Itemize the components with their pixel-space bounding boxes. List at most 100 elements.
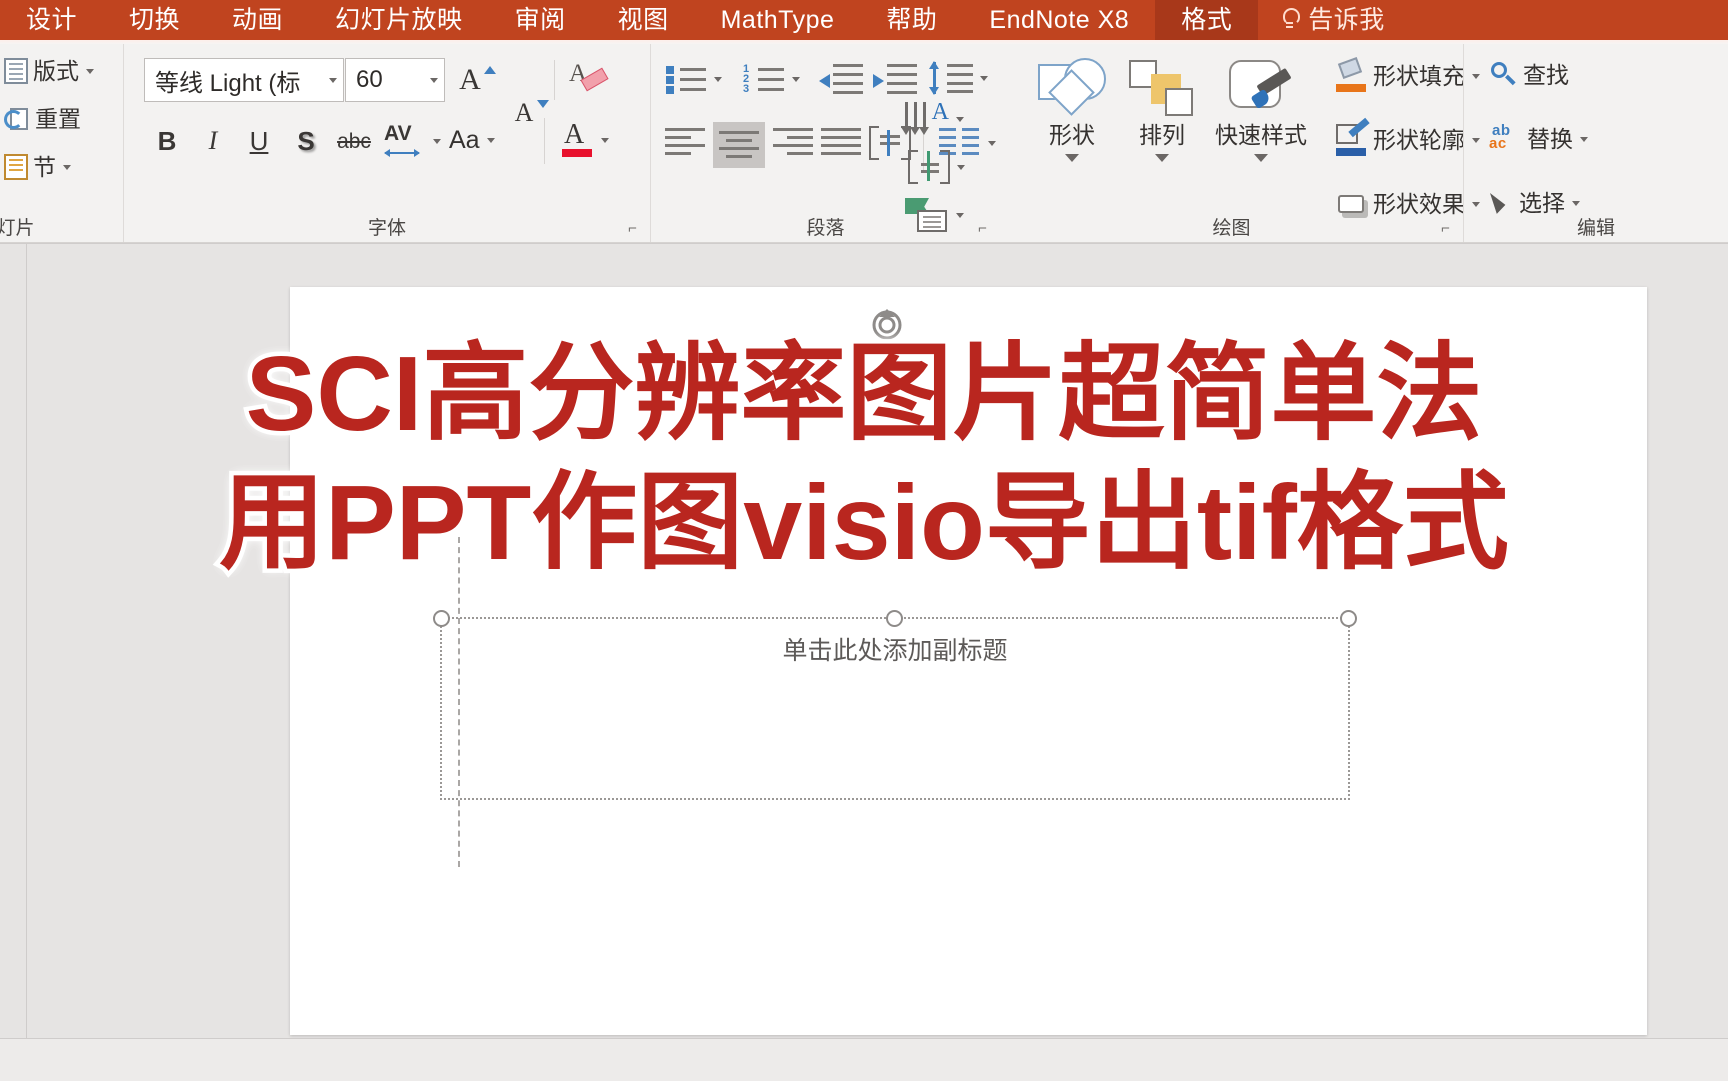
align-right-button[interactable] bbox=[773, 128, 813, 158]
tab-mathtype[interactable]: MathType bbox=[695, 0, 861, 40]
font-size-combobox[interactable]: 60 bbox=[345, 58, 445, 102]
chevron-down-icon[interactable] bbox=[714, 76, 722, 82]
chevron-down-icon[interactable] bbox=[1580, 136, 1588, 142]
tab-label: 审阅 bbox=[514, 5, 566, 34]
chevron-down-icon[interactable] bbox=[329, 77, 337, 83]
chevron-down-icon[interactable] bbox=[433, 138, 441, 144]
quick-styles-button[interactable]: 快速样式 bbox=[1196, 58, 1326, 162]
tab-label: 视图 bbox=[617, 5, 669, 34]
underline-button[interactable]: U bbox=[242, 120, 276, 162]
chevron-down-icon[interactable] bbox=[792, 76, 800, 82]
smartart-icon bbox=[905, 198, 949, 232]
resize-handle-top-left[interactable] bbox=[433, 610, 450, 627]
tab-label: 格式 bbox=[1181, 5, 1233, 34]
layout-icon bbox=[4, 58, 28, 84]
find-button[interactable]: 查找 bbox=[1488, 60, 1569, 90]
convert-to-smartart-button[interactable] bbox=[905, 198, 964, 232]
change-case-button[interactable]: Aa bbox=[449, 128, 495, 153]
chevron-down-icon[interactable] bbox=[601, 137, 609, 143]
drawing-dialog-launcher[interactable]: ⌐ bbox=[1441, 221, 1455, 236]
tab-design[interactable]: 设计 bbox=[0, 0, 103, 40]
chevron-down-icon[interactable] bbox=[956, 116, 964, 122]
chevron-down-icon[interactable] bbox=[430, 77, 438, 83]
align-center-button[interactable] bbox=[713, 122, 765, 168]
decrease-indent-button[interactable] bbox=[819, 64, 863, 94]
tab-view[interactable]: 视图 bbox=[592, 0, 695, 40]
increase-indent-button[interactable] bbox=[873, 64, 917, 94]
section-icon bbox=[4, 154, 28, 180]
text-direction-button[interactable]: A bbox=[901, 99, 964, 136]
chevron-down-icon[interactable] bbox=[1065, 154, 1079, 162]
select-label: 选择 bbox=[1519, 189, 1565, 216]
font-name-combobox[interactable]: 等线 Light (标 bbox=[144, 58, 344, 102]
increase-indent-icon bbox=[873, 64, 917, 94]
shape-fill-button[interactable]: 形状填充 bbox=[1336, 57, 1480, 92]
align-text-icon bbox=[908, 150, 950, 184]
increase-font-size-button[interactable]: A bbox=[454, 63, 496, 96]
shapes-label: 形状 bbox=[1049, 122, 1095, 148]
chevron-down-icon[interactable] bbox=[1155, 154, 1169, 162]
text-direction-icon: A bbox=[901, 99, 949, 136]
tab-help[interactable]: 帮助 bbox=[860, 0, 963, 40]
reset-button[interactable]: 重置 bbox=[4, 106, 81, 132]
italic-button[interactable]: I bbox=[196, 120, 230, 162]
line-spacing-button[interactable] bbox=[929, 61, 988, 95]
tab-animations[interactable]: 动画 bbox=[206, 0, 309, 40]
shape-effects-icon bbox=[1336, 188, 1368, 220]
select-button[interactable]: 选择 bbox=[1488, 188, 1580, 218]
shape-effects-button[interactable]: 形状效果 bbox=[1336, 188, 1480, 220]
tab-transitions[interactable]: 切换 bbox=[103, 0, 206, 40]
thumbnail-pane-divider bbox=[26, 243, 27, 1038]
chevron-down-icon[interactable] bbox=[486, 138, 495, 143]
justify-button[interactable] bbox=[821, 128, 861, 158]
tab-label: 设计 bbox=[26, 5, 78, 34]
decrease-indent-icon bbox=[819, 64, 863, 94]
align-center-icon bbox=[719, 131, 759, 161]
layout-label: 版式 bbox=[33, 57, 79, 84]
replace-button[interactable]: ab ac 替换 bbox=[1488, 123, 1588, 154]
chevron-down-icon[interactable] bbox=[1254, 154, 1268, 162]
font-color-button[interactable]: A bbox=[562, 119, 609, 158]
subtitle-placeholder[interactable]: 单击此处添加副标题 bbox=[433, 610, 1357, 800]
font-dialog-launcher[interactable]: ⌐ bbox=[628, 221, 642, 236]
align-text-button[interactable] bbox=[908, 150, 965, 184]
resize-handle-top-center[interactable] bbox=[886, 610, 903, 627]
decrease-font-size-button[interactable]: A bbox=[509, 98, 549, 128]
resize-handle-top-right[interactable] bbox=[1340, 610, 1357, 627]
chevron-down-icon[interactable] bbox=[988, 140, 996, 146]
chevron-down-icon[interactable] bbox=[956, 212, 964, 218]
rotate-handle[interactable] bbox=[868, 305, 906, 343]
bold-button[interactable]: B bbox=[150, 120, 184, 162]
quick-styles-icon bbox=[1227, 58, 1295, 120]
slide-canvas[interactable]: 单击此处添加副标题 bbox=[290, 287, 1647, 1035]
align-left-button[interactable] bbox=[665, 128, 705, 158]
paragraph-dialog-launcher[interactable]: ⌐ bbox=[978, 221, 992, 236]
tab-slideshow[interactable]: 幻灯片放映 bbox=[309, 0, 489, 40]
section-button[interactable]: 节 bbox=[4, 154, 71, 180]
character-spacing-button[interactable]: AV bbox=[384, 122, 441, 158]
replace-label: 替换 bbox=[1527, 125, 1573, 152]
character-spacing-icon: AV bbox=[384, 122, 426, 158]
chevron-down-icon[interactable] bbox=[980, 75, 988, 81]
clear-formatting-button[interactable]: A bbox=[569, 60, 609, 94]
tab-review[interactable]: 审阅 bbox=[489, 0, 592, 40]
shape-outline-button[interactable]: 形状轮廓 bbox=[1336, 117, 1480, 156]
chevron-down-icon[interactable] bbox=[1572, 200, 1580, 206]
layout-button[interactable]: 版式 bbox=[4, 58, 94, 84]
tab-format[interactable]: 格式 bbox=[1155, 0, 1259, 40]
shape-fill-label: 形状填充 bbox=[1373, 62, 1465, 89]
bullets-button[interactable] bbox=[665, 64, 722, 94]
font-color-glyph: A bbox=[564, 119, 585, 150]
text-shadow-button[interactable]: S bbox=[289, 120, 323, 162]
tab-endnote-x8[interactable]: EndNote X8 bbox=[963, 0, 1155, 40]
strikethrough-button[interactable]: abc bbox=[332, 124, 376, 160]
group-label-font: 字体 bbox=[367, 218, 406, 239]
tell-me-box[interactable]: 告诉我 bbox=[1258, 0, 1411, 40]
tell-me-label: 告诉我 bbox=[1308, 5, 1385, 34]
italic-glyph: I bbox=[208, 126, 218, 155]
change-case-glyph: Aa bbox=[449, 126, 480, 154]
justify-icon bbox=[821, 128, 861, 158]
chevron-down-icon[interactable] bbox=[957, 164, 965, 170]
numbering-button[interactable]: 1 2 3 bbox=[743, 64, 800, 95]
arrange-label: 排列 bbox=[1139, 122, 1185, 148]
